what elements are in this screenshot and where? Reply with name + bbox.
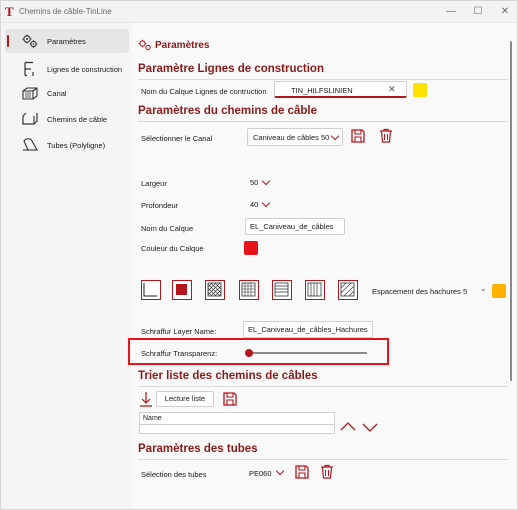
minimize-button[interactable]: —: [441, 5, 461, 19]
cable-tray-icon: [22, 112, 38, 125]
chevron-down-icon: [330, 131, 340, 141]
sidebar-item-label: Lignes de construction: [47, 65, 123, 74]
hatch-spacing-label: Espacement des hachures: [372, 287, 461, 296]
canal-icon: [22, 87, 38, 100]
hatch-cross-diagonal-button[interactable]: [205, 280, 225, 300]
hatch-horizontal-button[interactable]: [272, 280, 292, 300]
move-down-icon[interactable]: [361, 418, 379, 436]
sidebar-item-label: Paramètres: [47, 37, 86, 46]
tubes-select-value[interactable]: PE060: [249, 469, 272, 478]
layer-color-label: Couleur du Calque: [141, 244, 204, 253]
construction-lines-icon: [24, 61, 34, 77]
main-panel: Paramètres Paramètre Lignes de construct…: [132, 23, 517, 509]
hatch-none-button[interactable]: [141, 280, 161, 300]
save-icon[interactable]: [221, 390, 239, 408]
sidebar-item-chemins-de-cable[interactable]: Chemins de câble: [5, 107, 129, 131]
construction-layer-label: Nom du Calque Lignes de cоntruction: [141, 87, 267, 96]
hatch-empty-icon: [143, 283, 157, 297]
app-logo-icon: T: [5, 4, 14, 19]
chevron-down-icon[interactable]: [261, 176, 271, 186]
close-button[interactable]: ✕: [495, 5, 515, 19]
section-divider: [138, 121, 508, 122]
hatch-color-swatch[interactable]: [492, 284, 506, 298]
section-title-tubes: Paramètres des tubes: [138, 443, 258, 455]
hatch-layer-input[interactable]: EL_Caniveau_de_câbles_Hachures: [243, 321, 373, 338]
tubes-select-label: Sélection des tubes: [141, 470, 207, 479]
width-label: Largeur: [141, 179, 167, 188]
hatch-vertical-icon: [307, 282, 322, 297]
sidebar-item-label: Canal: [47, 89, 67, 98]
construction-layer-value: TIN_HILFSLINIEN: [291, 86, 353, 95]
tubes-icon: [23, 138, 38, 151]
sidebar-item-label: Chemins de câble: [47, 115, 108, 124]
hatch-diagonal-button[interactable]: [338, 280, 358, 300]
trash-icon[interactable]: [377, 127, 395, 145]
chevron-down-icon[interactable]: [261, 198, 271, 208]
read-list-button[interactable]: Lecture liste: [156, 391, 214, 407]
cable-tray-list[interactable]: Name: [139, 412, 335, 434]
construction-layer-input[interactable]: TIN_HILFSLINIEN ✕: [274, 81, 407, 98]
section-divider: [138, 79, 508, 80]
window-title: Chemins de câble-TinLine: [19, 7, 112, 16]
hatch-solid-icon: [176, 284, 187, 295]
hatch-vertical-button[interactable]: [305, 280, 325, 300]
maximize-button[interactable]: ☐: [468, 5, 488, 19]
sidebar-item-lignes-de-construction[interactable]: Lignes de construction: [5, 57, 129, 81]
vertical-scrollbar[interactable]: [510, 41, 512, 381]
highlight-frame: [128, 338, 389, 365]
title-bar: T Chemins de câble-TinLine — ☐ ✕: [1, 1, 517, 23]
canal-select-label: Sélectionner le Canal: [141, 134, 213, 143]
hatch-grid-icon: [241, 282, 256, 297]
save-icon[interactable]: [293, 463, 311, 481]
column-header-name[interactable]: Name: [143, 415, 162, 422]
depth-value[interactable]: 40: [250, 200, 258, 209]
hatch-spacing-value[interactable]: 5: [463, 287, 467, 296]
section-divider: [138, 459, 508, 460]
hatch-diagonal-icon: [340, 282, 355, 297]
hatch-layer-label: Schraffur Layer Name:: [141, 327, 217, 336]
depth-label: Profondeur: [141, 201, 179, 210]
hatch-horizontal-icon: [274, 282, 289, 297]
trash-icon[interactable]: [318, 463, 336, 481]
save-icon[interactable]: [349, 127, 367, 145]
app-window: T Chemins de câble-TinLine — ☐ ✕ Paramèt…: [0, 0, 518, 510]
section-divider: [138, 386, 508, 387]
move-up-icon[interactable]: [339, 418, 357, 436]
sidebar: Paramètres Lignes de construction Canal …: [1, 23, 132, 509]
active-indicator: [7, 35, 9, 47]
list-divider: [140, 424, 334, 425]
sidebar-item-canal[interactable]: Canal: [5, 81, 129, 105]
section-title-construction: Paramètre Lignes de construction: [138, 63, 324, 75]
layer-name-input[interactable]: EL_Caniveau_de_câbles: [245, 218, 345, 235]
gears-icon: [138, 39, 151, 51]
settings-content: Paramètres Paramètre Lignes de construct…: [135, 29, 509, 503]
sidebar-item-tubes[interactable]: Tubes (Polyligne): [5, 133, 129, 157]
canal-select-value: Caniveau de câbles 50: [253, 133, 330, 142]
sidebar-item-label: Tubes (Polyligne): [47, 141, 106, 150]
layer-name-label: Nom du Calque: [141, 224, 194, 233]
chevron-down-icon[interactable]: [275, 466, 285, 476]
width-value[interactable]: 50: [250, 178, 258, 187]
sidebar-item-parametres[interactable]: Paramètres: [5, 29, 129, 53]
hatch-solid-button[interactable]: [172, 280, 192, 300]
page-title: Paramètres: [155, 40, 210, 51]
section-title-cable-tray: Paramètres du chemins de câble: [138, 105, 317, 117]
section-title-sort: Trier liste des chemins de câbles: [138, 370, 318, 382]
canal-select[interactable]: Caniveau de câbles 50: [247, 128, 343, 146]
hatch-crosshatch-icon: [207, 282, 222, 297]
layer-color-swatch[interactable]: [244, 241, 258, 255]
construction-color-swatch[interactable]: [413, 83, 427, 97]
clear-icon[interactable]: ✕: [388, 84, 396, 95]
hatch-grid-button[interactable]: [239, 280, 259, 300]
arrow-down-icon[interactable]: [137, 390, 155, 408]
gears-icon: [22, 34, 38, 48]
chevron-down-icon[interactable]: ⌄: [480, 284, 487, 293]
